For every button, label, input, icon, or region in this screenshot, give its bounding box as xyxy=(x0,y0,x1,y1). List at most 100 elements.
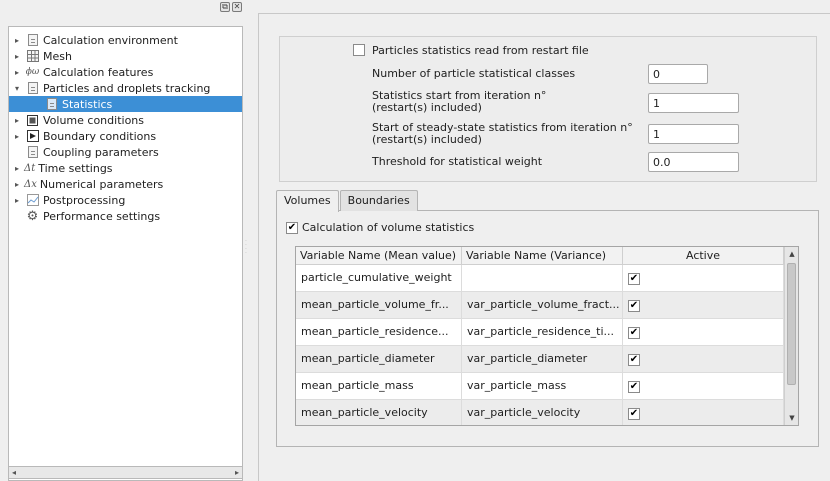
collapse-arrow-icon[interactable]: ▾ xyxy=(12,84,22,93)
volume-statistics-checkbox[interactable]: ✔ xyxy=(286,221,298,234)
tree-item-label: Postprocessing xyxy=(43,193,126,207)
statistical-classes-field[interactable]: 0 xyxy=(648,64,708,84)
expand-arrow-icon[interactable]: ▸ xyxy=(12,68,22,77)
active-checkbox[interactable]: ✔ xyxy=(628,299,640,312)
table-row[interactable]: mean_particle_velocity var_particle_velo… xyxy=(296,400,784,425)
tree-item-mesh[interactable]: ▸ Mesh xyxy=(9,48,242,64)
statistics-start-field[interactable]: 1 xyxy=(648,93,739,113)
tree-item-label: Numerical parameters xyxy=(39,177,164,191)
volume-statistics-label: Calculation of volume statistics xyxy=(302,221,475,234)
active-checkbox[interactable]: ✔ xyxy=(628,353,640,366)
tree-item-label: Statistics xyxy=(62,97,113,111)
table-row[interactable]: mean_particle_residence... var_particle_… xyxy=(296,319,784,346)
scroll-up-icon[interactable]: ▲ xyxy=(785,247,798,261)
mean-value-cell[interactable]: mean_particle_volume_fr... xyxy=(296,292,462,319)
threshold-weight-label: Threshold for statistical weight xyxy=(372,155,543,168)
splitter-handle[interactable]: · · · · xyxy=(245,239,247,257)
expand-arrow-icon[interactable]: ▸ xyxy=(12,116,22,125)
expand-arrow-icon[interactable]: ▸ xyxy=(12,132,22,141)
restart-statistics-label: Particles statistics read from restart f… xyxy=(372,44,589,57)
table-vertical-scrollbar[interactable]: ▲ ▼ xyxy=(784,247,798,425)
tree-item-label: Boundary conditions xyxy=(43,129,157,143)
active-cell: ✔ xyxy=(623,292,784,319)
column-header-mean[interactable]: Variable Name (Mean value) xyxy=(296,247,462,265)
tree-item-numerical-parameters[interactable]: ▸ Δx Numerical parameters xyxy=(9,176,242,192)
active-checkbox[interactable]: ✔ xyxy=(628,272,640,285)
expand-arrow-icon[interactable]: ▸ xyxy=(12,36,22,45)
volume-statistics-row: ✔ Calculation of volume statistics xyxy=(286,221,474,234)
scroll-left-icon[interactable]: ◂ xyxy=(12,468,16,477)
tree-item-label: Mesh xyxy=(43,49,72,63)
document-icon xyxy=(26,146,39,159)
expand-arrow-icon[interactable]: ▸ xyxy=(12,180,22,189)
expand-arrow-icon[interactable]: ▸ xyxy=(12,196,22,205)
steady-state-start-sublabel: (restart(s) included) xyxy=(372,133,482,146)
tree-item-statistics[interactable]: Statistics xyxy=(9,96,242,112)
scroll-down-icon[interactable]: ▼ xyxy=(785,411,798,425)
active-checkbox[interactable]: ✔ xyxy=(628,380,640,393)
mean-value-cell[interactable]: particle_cumulative_weight xyxy=(296,265,462,292)
variance-cell[interactable]: var_particle_residence_ti... xyxy=(462,319,623,346)
column-header-variance[interactable]: Variable Name (Variance) xyxy=(462,247,623,265)
statistics-start-sublabel: (restart(s) included) xyxy=(372,101,482,114)
variance-cell[interactable] xyxy=(462,265,623,292)
table-row[interactable]: mean_particle_volume_fr... var_particle_… xyxy=(296,292,784,319)
tree-item-time-settings[interactable]: ▸ Δt Time settings xyxy=(9,160,242,176)
table-row[interactable]: mean_particle_mass var_particle_mass ✔ xyxy=(296,373,784,400)
close-dock-button[interactable]: ✕ xyxy=(232,2,242,12)
expand-arrow-icon[interactable]: ▸ xyxy=(12,52,22,61)
tree-item-label: Volume conditions xyxy=(43,113,144,127)
column-header-active[interactable]: Active xyxy=(623,247,784,265)
active-checkbox[interactable]: ✔ xyxy=(628,407,640,420)
chart-icon xyxy=(26,194,39,207)
tree-item-volume-conditions[interactable]: ▸ Volume conditions xyxy=(9,112,242,128)
tree-item-label: Calculation features xyxy=(43,65,154,79)
tree-item-label: Time settings xyxy=(38,161,113,175)
active-checkbox[interactable]: ✔ xyxy=(628,326,640,339)
scroll-right-icon[interactable]: ▸ xyxy=(235,468,239,477)
tab-volumes[interactable]: Volumes xyxy=(276,190,339,212)
tab-boundaries[interactable]: Boundaries xyxy=(339,190,418,211)
threshold-weight-field[interactable]: 0.0 xyxy=(648,152,739,172)
variance-cell[interactable]: var_particle_velocity xyxy=(462,400,623,425)
active-cell: ✔ xyxy=(623,346,784,373)
variance-cell[interactable]: var_particle_diameter xyxy=(462,346,623,373)
boundary-icon xyxy=(26,130,39,143)
tree-item-postprocessing[interactable]: ▸ Postprocessing xyxy=(9,192,242,208)
tree-horizontal-scrollbar[interactable]: ◂ ▸ xyxy=(8,466,243,479)
dock-title-buttons: ⧉ ✕ xyxy=(220,2,242,12)
volume-icon xyxy=(26,114,39,127)
mean-value-cell[interactable]: mean_particle_residence... xyxy=(296,319,462,346)
restart-statistics-checkbox[interactable] xyxy=(353,44,365,56)
table-row[interactable]: mean_particle_diameter var_particle_diam… xyxy=(296,346,784,373)
variance-cell[interactable]: var_particle_mass xyxy=(462,373,623,400)
tree-item-performance-settings[interactable]: ⚙ Performance settings xyxy=(9,208,242,224)
document-icon xyxy=(45,98,58,111)
statistical-classes-label: Number of particle statistical classes xyxy=(372,67,576,80)
mesh-icon xyxy=(26,50,39,63)
table-header: Variable Name (Mean value) Variable Name… xyxy=(296,247,784,265)
steady-state-start-field[interactable]: 1 xyxy=(648,124,739,144)
tree-item-coupling-parameters[interactable]: Coupling parameters xyxy=(9,144,242,160)
tree-item-label: Performance settings xyxy=(43,209,161,223)
table-row[interactable]: particle_cumulative_weight ✔ xyxy=(296,265,784,292)
mean-value-cell[interactable]: mean_particle_mass xyxy=(296,373,462,400)
variance-cell[interactable]: var_particle_volume_fract... xyxy=(462,292,623,319)
document-icon xyxy=(26,82,39,95)
expand-arrow-icon[interactable]: ▸ xyxy=(12,164,22,173)
float-dock-button[interactable]: ⧉ xyxy=(220,2,230,12)
mean-value-cell[interactable]: mean_particle_velocity xyxy=(296,400,462,425)
tree-item-calculation-environment[interactable]: ▸ Calculation environment xyxy=(9,32,242,48)
phi-icon: ϕω xyxy=(25,67,40,77)
document-icon xyxy=(26,34,39,47)
mean-value-cell[interactable]: mean_particle_diameter xyxy=(296,346,462,373)
tree-item-calculation-features[interactable]: ▸ ϕω Calculation features xyxy=(9,64,242,80)
active-cell: ✔ xyxy=(623,319,784,346)
active-cell: ✔ xyxy=(623,265,784,292)
tree-item-boundary-conditions[interactable]: ▸ Boundary conditions xyxy=(9,128,242,144)
active-cell: ✔ xyxy=(623,400,784,425)
navigation-tree[interactable]: ▸ Calculation environment ▸ Mesh ▸ ϕω Ca… xyxy=(8,26,243,481)
scroll-thumb[interactable] xyxy=(787,263,796,385)
volume-statistics-table: Variable Name (Mean value) Variable Name… xyxy=(295,246,799,426)
tree-item-particles-droplets-tracking[interactable]: ▾ Particles and droplets tracking xyxy=(9,80,242,96)
